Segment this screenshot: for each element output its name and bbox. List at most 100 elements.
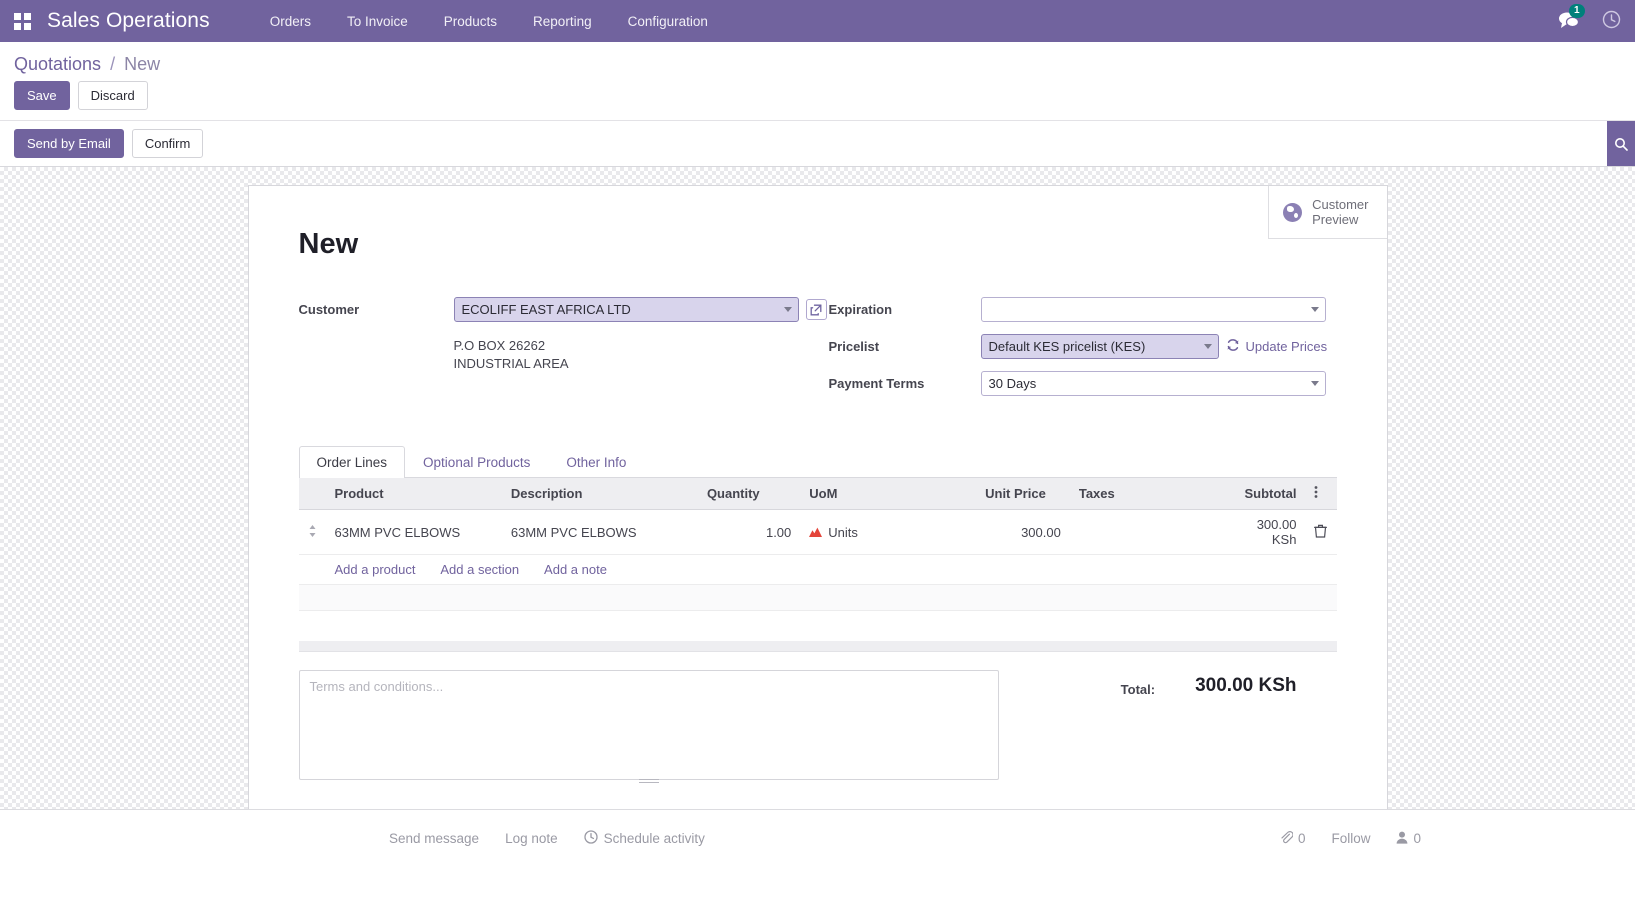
field-customer: Customer ECOLIFF EAST AFRICA LTD [299,297,829,323]
add-links-cell: Add a product Add a section Add a note [326,555,1337,585]
empty-row-cell [299,585,1337,611]
payment-terms-value: 30 Days [989,376,1037,391]
order-lines-body: 63MM PVC ELBOWS 63MM PVC ELBOWS 1.00 [299,510,1337,611]
column-header-uom[interactable]: UoM [800,478,976,510]
globe-icon [1283,203,1302,222]
order-lines-header: Product Description Quantity UoM Unit Pr… [299,478,1337,510]
customer-preview-line2: Preview [1312,212,1368,227]
send-by-email-button[interactable]: Send by Email [14,129,124,158]
chevron-down-icon[interactable] [1311,307,1319,312]
navbar-right: 1 [1558,0,1621,42]
column-header-unit-price[interactable]: Unit Price [976,478,1070,510]
attachments-stat[interactable]: 0 [1280,831,1306,847]
search-icon[interactable] [1607,121,1635,166]
menu-item-products[interactable]: Products [426,8,515,35]
expiration-input[interactable] [981,297,1326,322]
follow-button[interactable]: Follow [1331,831,1370,846]
chatter-inner: Send message Log note Schedule activity [14,830,1621,847]
followers-stat[interactable]: 0 [1396,831,1421,847]
clock-icon [584,830,598,847]
cell-uom-label: Units [828,525,858,540]
app-brand-title[interactable]: Sales Operations [47,9,210,33]
schedule-activity-button[interactable]: Schedule activity [584,830,705,847]
customer-address-spacer [299,334,454,339]
cell-subtotal: 300.00 KSh [1235,510,1305,555]
breadcrumb-root[interactable]: Quotations [14,54,101,74]
form-column-right: Expiration Pricelist Default KE [829,297,1337,408]
sheet-bottom: Terms and conditions... Total: 300.00 KS… [299,652,1337,780]
add-links-spacer [299,555,326,585]
messages-icon[interactable]: 1 [1558,11,1580,32]
terms-and-conditions-input[interactable]: Terms and conditions... [299,670,999,780]
field-pricelist: Pricelist Default KES pricelist (KES) [829,334,1337,360]
customer-address-line1: P.O BOX 26262 [454,337,569,355]
menu-item-reporting[interactable]: Reporting [515,8,610,35]
pricelist-input[interactable]: Default KES pricelist (KES) [981,334,1219,359]
field-expiration: Expiration [829,297,1337,323]
column-header-subtotal[interactable]: Subtotal [1235,478,1305,510]
customer-label: Customer [299,297,454,317]
breadcrumb-separator: / [110,54,115,74]
attachments-count: 0 [1298,831,1306,846]
cell-product[interactable]: 63MM PVC ELBOWS [326,510,502,555]
add-a-product-link[interactable]: Add a product [335,562,416,577]
notebook-tabs: Order Lines Optional Products Other Info [299,446,1337,478]
cell-taxes[interactable] [1070,510,1236,555]
sheet-inner: New Customer ECOLIFF EAST AFRICA LTD [249,186,1387,780]
payment-terms-input[interactable]: 30 Days [981,371,1326,396]
tab-optional-products[interactable]: Optional Products [405,446,548,478]
form-column-left: Customer ECOLIFF EAST AFRICA LTD [299,297,829,408]
column-header-taxes[interactable]: Taxes [1070,478,1236,510]
cell-unit-price[interactable]: 300.00 [976,510,1070,555]
menu-item-configuration[interactable]: Configuration [610,8,726,35]
tab-other-info[interactable]: Other Info [548,446,644,478]
optional-columns-button[interactable] [1305,478,1336,510]
breadcrumb: Quotations / New [0,42,1635,81]
customer-preview-button[interactable]: Customer Preview [1268,186,1386,239]
form-sheet: Customer Preview New Customer ECOLIFF EA… [248,185,1388,809]
customer-address-line2: INDUSTRIAL AREA [454,355,569,373]
cell-description[interactable]: 63MM PVC ELBOWS [502,510,698,555]
chevron-down-icon[interactable] [784,307,792,312]
main-menu: Orders To Invoice Products Reporting Con… [252,8,726,35]
column-header-handle [299,478,326,510]
column-header-description[interactable]: Description [502,478,698,510]
chatter-stats: 0 Follow 0 [1280,831,1421,847]
tab-order-lines[interactable]: Order Lines [299,446,406,478]
menu-item-to-invoice[interactable]: To Invoice [329,8,426,35]
external-link-icon[interactable] [806,299,827,320]
empty-row [299,585,1337,611]
cell-uom[interactable]: Units [800,510,976,555]
trash-icon[interactable] [1305,510,1336,555]
save-button[interactable]: Save [14,81,70,110]
paperclip-icon [1280,831,1293,847]
resize-handle[interactable] [639,777,659,784]
chatter-actions: Send message Log note Schedule activity [389,830,705,847]
menu-item-orders[interactable]: Orders [252,8,329,35]
field-payment-terms: Payment Terms 30 Days [829,371,1337,397]
apps-grid-square [14,23,21,30]
forecast-chart-icon[interactable] [809,527,822,537]
update-prices-button[interactable]: Update Prices [1226,338,1328,355]
customer-input[interactable]: ECOLIFF EAST AFRICA LTD [454,297,799,322]
cell-quantity[interactable]: 1.00 [698,510,800,555]
chevron-down-icon[interactable] [1311,381,1319,386]
table-row[interactable]: 63MM PVC ELBOWS 63MM PVC ELBOWS 1.00 [299,510,1337,555]
customer-preview-label: Customer Preview [1312,197,1368,227]
log-note-button[interactable]: Log note [505,831,558,846]
column-header-quantity[interactable]: Quantity [698,478,800,510]
chevron-down-icon[interactable] [1204,344,1212,349]
send-message-button[interactable]: Send message [389,831,479,846]
discard-button[interactable]: Discard [78,81,148,110]
apps-grid-icon[interactable] [14,13,31,30]
refresh-icon [1226,338,1240,355]
section-separator [299,641,1337,652]
customer-address: P.O BOX 26262 INDUSTRIAL AREA [299,334,829,373]
drag-handle-icon[interactable] [299,510,326,555]
add-a-note-link[interactable]: Add a note [544,562,607,577]
confirm-button[interactable]: Confirm [132,129,204,158]
total-value: 300.00 KSh [1195,675,1296,697]
add-a-section-link[interactable]: Add a section [440,562,519,577]
column-header-product[interactable]: Product [326,478,502,510]
clock-icon[interactable] [1602,10,1621,32]
